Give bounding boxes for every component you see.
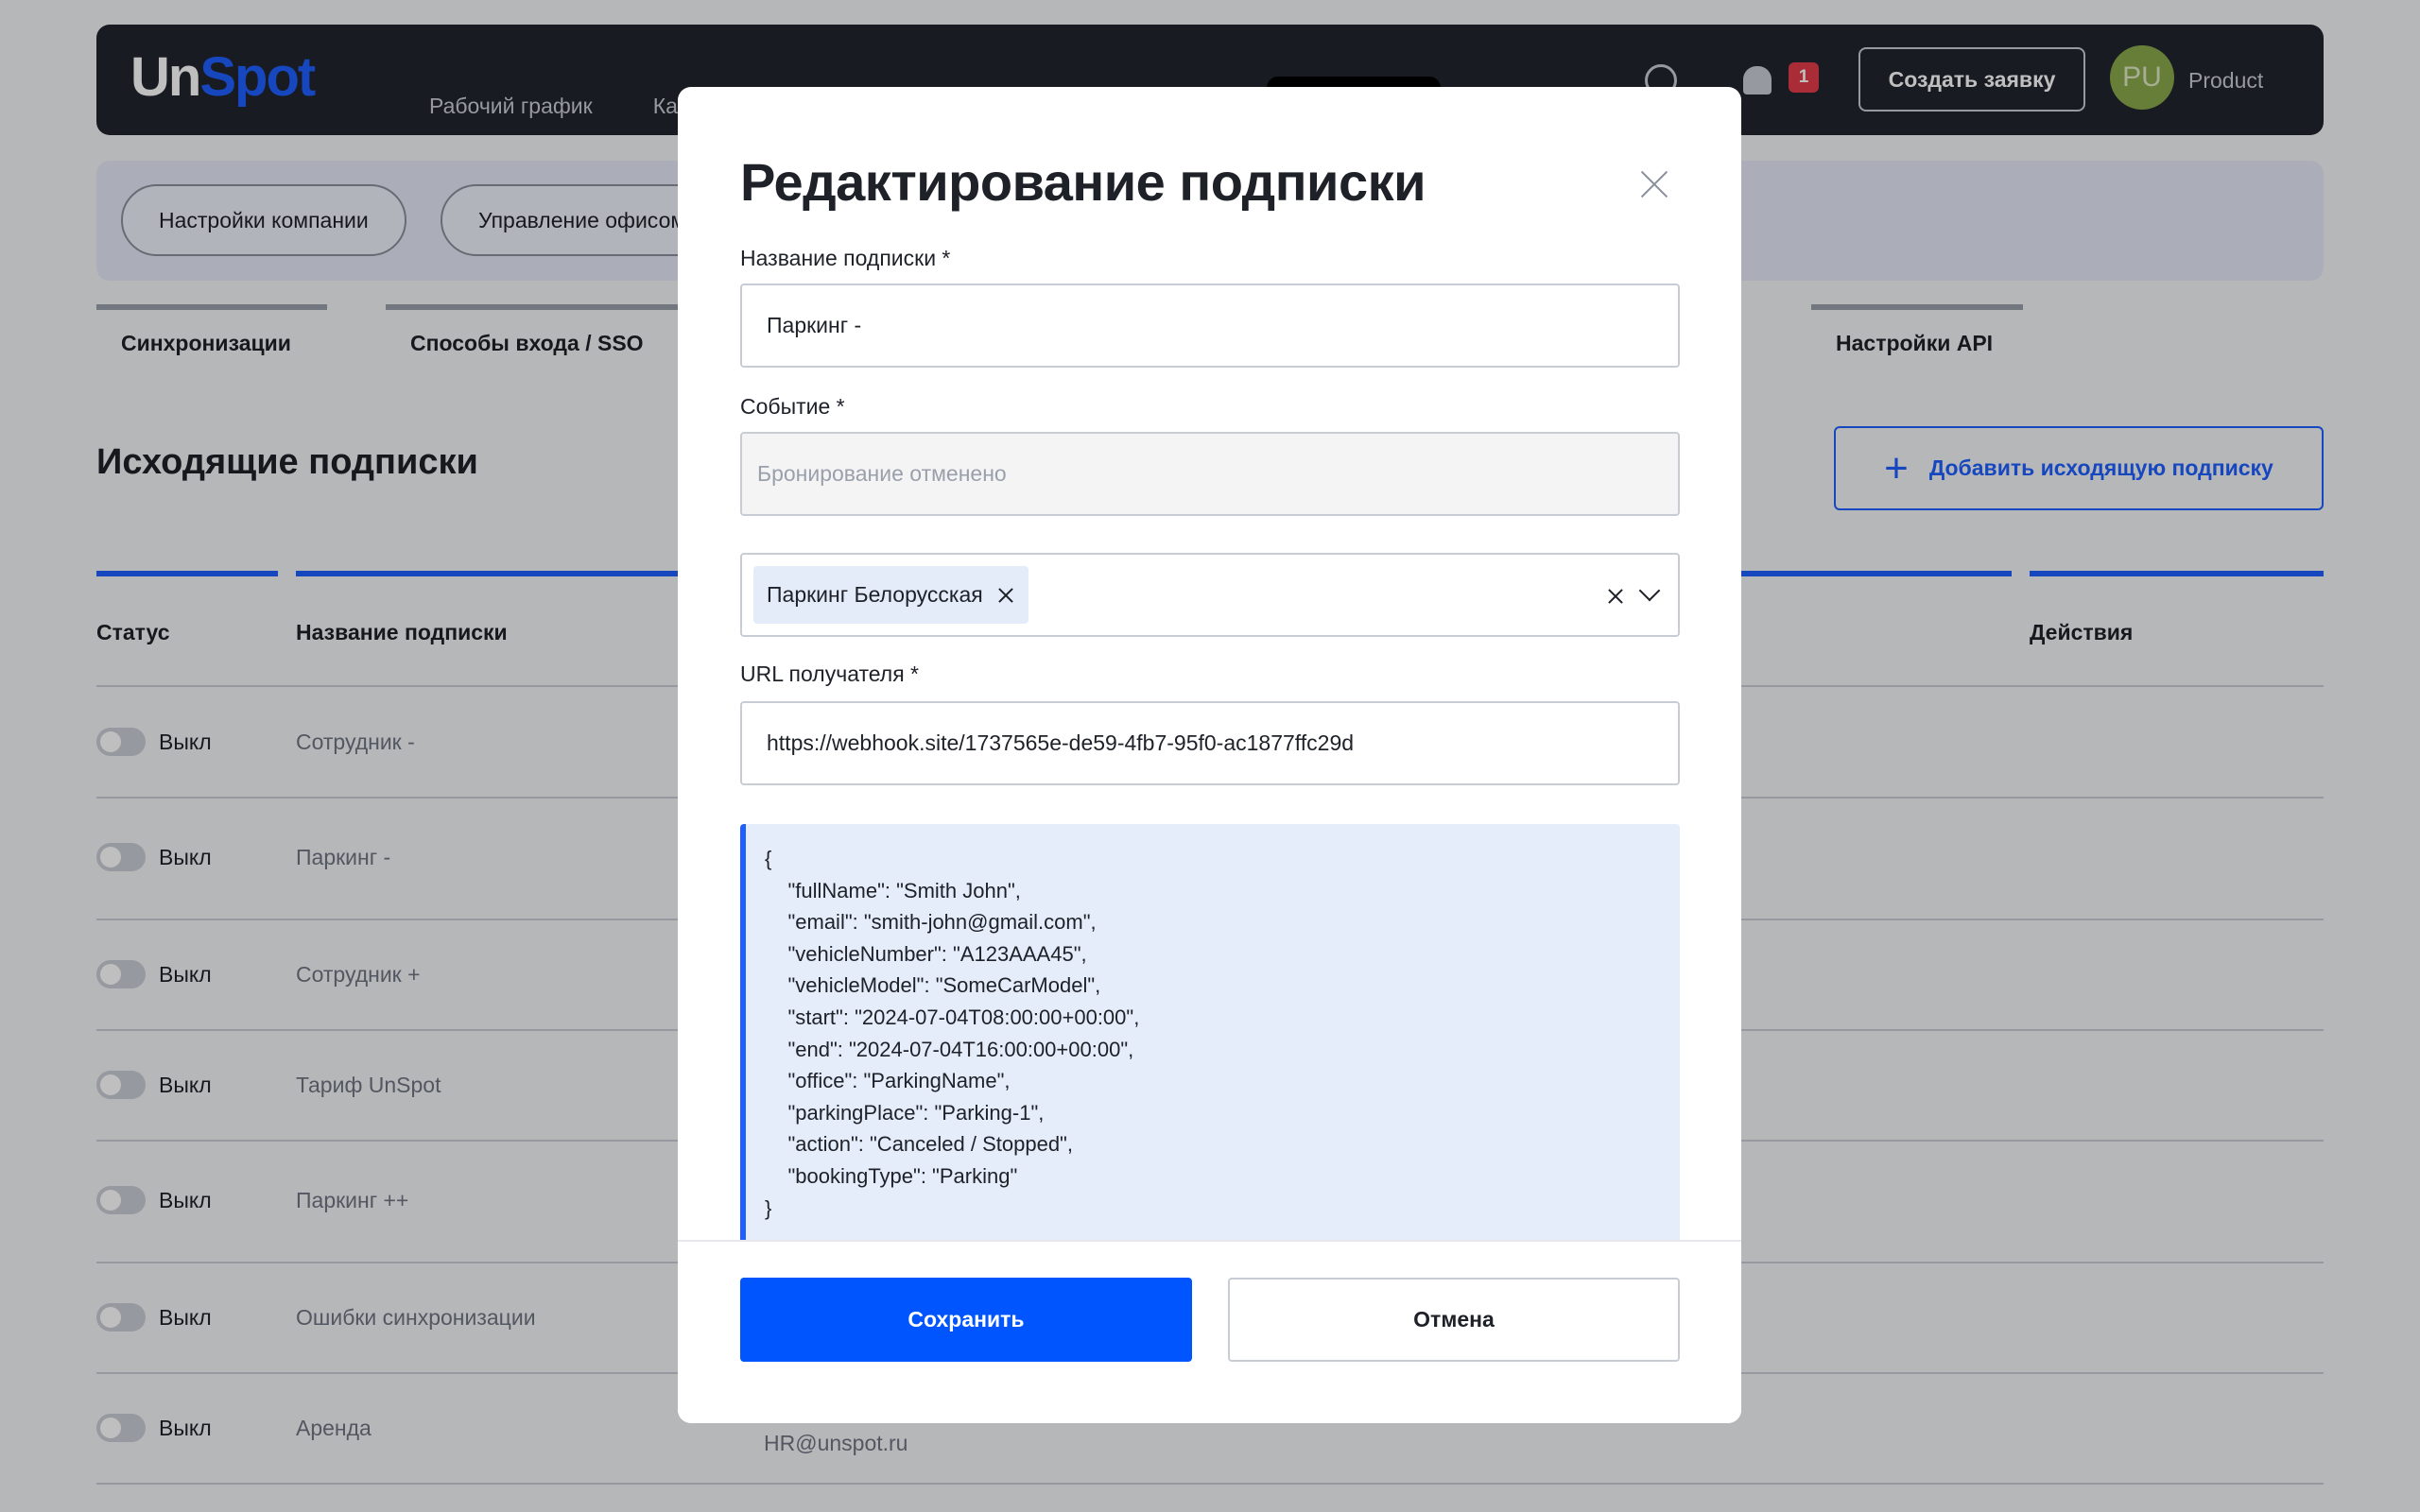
code-line: "bookingType": "Parking"	[765, 1163, 1018, 1188]
clear-selection-icon[interactable]	[1608, 589, 1623, 604]
code-line: "fullName": "Smith John",	[765, 878, 1021, 902]
code-line: "vehicleModel": "SomeCarModel",	[765, 973, 1101, 998]
save-button[interactable]: Сохранить	[740, 1278, 1192, 1362]
event-select[interactable]: Бронирование отменено	[740, 432, 1680, 516]
office-multiselect[interactable]: Паркинг Белорусская	[740, 553, 1680, 637]
chip-remove-icon[interactable]	[998, 588, 1013, 603]
code-line: "vehicleNumber": "A123AAA45",	[765, 941, 1087, 966]
subscription-name-input[interactable]: Паркинг -	[740, 284, 1680, 368]
subscription-name-label: Название подписки *	[740, 246, 951, 270]
code-line: "parkingPlace": "Parking-1",	[765, 1100, 1045, 1125]
close-icon[interactable]	[1640, 170, 1668, 198]
code-line: "office": "ParkingName",	[765, 1069, 1011, 1093]
code-line: "start": "2024-07-04T08:00:00+00:00",	[765, 1005, 1140, 1029]
code-line: }	[765, 1195, 772, 1220]
code-line: "email": "smith-john@gmail.com",	[765, 910, 1097, 935]
edit-subscription-modal: Редактирование подписки Название подписк…	[678, 87, 1741, 1423]
code-line: "action": "Canceled / Stopped",	[765, 1132, 1073, 1157]
cancel-button[interactable]: Отмена	[1228, 1278, 1680, 1362]
chip-label: Паркинг Белорусская	[767, 582, 983, 607]
event-label: Событие *	[740, 394, 845, 419]
selected-chip: Паркинг Белорусская	[753, 566, 1028, 624]
recipient-url-input[interactable]: https://webhook.site/1737565e-de59-4fb7-…	[740, 701, 1680, 785]
modal-title: Редактирование подписки	[740, 152, 1426, 212]
chevron-down-icon[interactable]	[1638, 579, 1661, 602]
modal-footer: Сохранить Отмена	[678, 1240, 1741, 1423]
recipient-url-label: URL получателя *	[740, 662, 919, 686]
code-line: {	[765, 847, 772, 870]
code-line: "end": "2024-07-04T16:00:00+00:00",	[765, 1037, 1134, 1061]
